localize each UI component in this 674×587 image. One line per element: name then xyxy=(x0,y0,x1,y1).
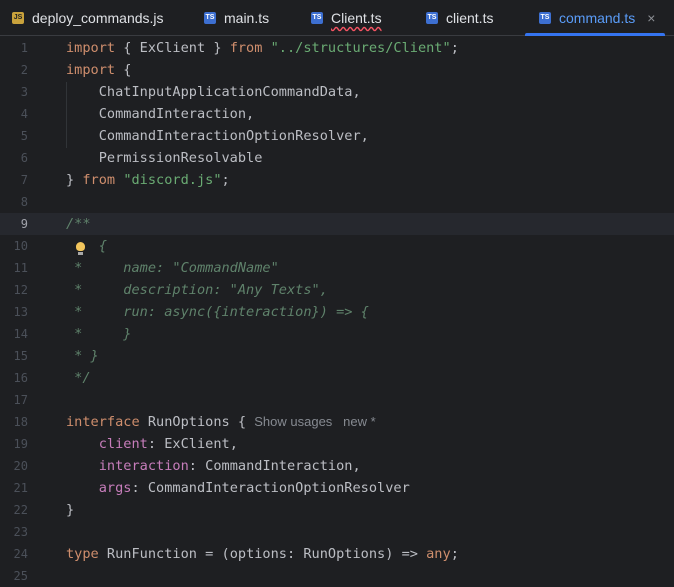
code-line-18: interface RunOptions { Show usages new * xyxy=(66,411,376,433)
code-line-20: interaction: CommandInteraction, xyxy=(66,455,361,477)
line-number: 13 xyxy=(13,305,28,319)
line-number: 16 xyxy=(13,371,28,385)
code-line-12: * description: "Any Texts", xyxy=(66,282,328,298)
tab-label: main.ts xyxy=(224,10,270,26)
code-text: : CommandInteraction, xyxy=(188,458,361,474)
line-number: 19 xyxy=(13,437,28,451)
code-line-3: ChatInputApplicationCommandData, xyxy=(66,84,361,100)
tab-client-ts-capital[interactable]: TS Client.ts xyxy=(311,0,382,36)
keyword: import xyxy=(66,62,116,78)
keyword: interface xyxy=(66,414,140,430)
line-number-gutter: 1 2 3 4 5 6 7 8 9 10 11 12 13 14 15 16 1… xyxy=(0,37,48,583)
line-number: 21 xyxy=(13,481,28,495)
tab-label: Client.ts xyxy=(331,10,382,26)
code-line-7: } from "discord.js"; xyxy=(66,169,230,191)
property: client xyxy=(98,436,148,452)
code-line-6: PermissionResolvable xyxy=(66,150,263,166)
code-line-15: * } xyxy=(66,348,99,364)
code-line-14: * } xyxy=(66,326,132,342)
keyword: type xyxy=(66,546,99,562)
line-number: 23 xyxy=(13,525,28,539)
line-number: 11 xyxy=(13,261,28,275)
code-line-13: * run: async({interaction}) => { xyxy=(66,304,369,320)
tab-label: command.ts xyxy=(559,10,636,26)
code-text: : CommandInteractionOptionResolver xyxy=(131,480,410,496)
code-line-11: * name: "CommandName" xyxy=(66,260,279,276)
code-line-4: CommandInteraction, xyxy=(66,106,255,122)
code-line-19: client: ExClient, xyxy=(66,433,238,455)
line-number: 10 xyxy=(13,239,28,253)
line-number: 25 xyxy=(13,569,28,583)
code-text: ; xyxy=(450,546,459,562)
show-usages-hint[interactable]: Show usages xyxy=(254,414,332,429)
tab-deploy-commands-js[interactable]: JS deploy_commands.js xyxy=(12,0,164,36)
line-number: 1 xyxy=(20,41,28,55)
code-line-9: /** xyxy=(66,216,91,232)
code-line-10: { xyxy=(66,238,107,254)
code-text: ; xyxy=(221,172,230,188)
code-text: { xyxy=(115,62,132,78)
code-text: { ExClient } xyxy=(115,40,230,56)
code-line-24: type RunFunction = (options: RunOptions)… xyxy=(66,543,459,565)
code-line-22: } xyxy=(66,502,75,518)
code-line-5: CommandInteractionOptionResolver, xyxy=(66,128,369,144)
keyword: import xyxy=(66,40,116,56)
close-tab-icon[interactable]: × xyxy=(647,10,655,26)
code-text: RunOptions { xyxy=(139,414,255,430)
string-literal: "discord.js" xyxy=(123,172,222,188)
line-number: 17 xyxy=(13,393,28,407)
line-number: 2 xyxy=(20,63,28,77)
code-text: : ExClient, xyxy=(147,436,238,452)
code-text: } xyxy=(66,172,83,188)
line-number: 4 xyxy=(20,107,28,121)
tab-command-ts[interactable]: TS command.ts × xyxy=(524,0,666,36)
line-number: 22 xyxy=(13,503,28,517)
line-number: 18 xyxy=(13,415,28,429)
keyword: from xyxy=(229,40,263,56)
code-line-21: args: CommandInteractionOptionResolver xyxy=(66,477,410,499)
line-number-current: 9 xyxy=(20,217,28,231)
author-hint[interactable]: new * xyxy=(343,414,376,429)
typescript-file-icon: TS xyxy=(311,12,323,24)
line-number: 12 xyxy=(13,283,28,297)
javascript-file-icon: JS xyxy=(12,12,24,24)
typescript-file-icon: TS xyxy=(539,12,551,24)
line-number: 14 xyxy=(13,327,28,341)
typescript-file-icon: TS xyxy=(426,12,438,24)
property: interaction xyxy=(98,458,189,474)
line-number: 7 xyxy=(20,173,28,187)
code-text: RunFunction = (options: RunOptions) => xyxy=(98,546,427,562)
line-number: 3 xyxy=(20,85,28,99)
code-line-2: import { xyxy=(66,59,131,81)
keyword: from xyxy=(82,172,116,188)
tab-label: deploy_commands.js xyxy=(32,10,164,26)
current-line-highlight xyxy=(0,213,674,235)
tab-label: client.ts xyxy=(446,10,494,26)
property: args xyxy=(98,480,132,496)
line-number: 20 xyxy=(13,459,28,473)
code-text: ; xyxy=(450,40,459,56)
line-number: 5 xyxy=(20,129,28,143)
string-literal: "../structures/Client" xyxy=(270,40,451,56)
line-number: 8 xyxy=(20,195,28,209)
tab-client-ts[interactable]: TS client.ts xyxy=(426,0,493,36)
keyword: any xyxy=(426,546,451,562)
line-number: 24 xyxy=(13,547,28,561)
code-line-16: */ xyxy=(66,370,91,386)
line-number: 15 xyxy=(13,349,28,363)
line-number: 6 xyxy=(20,151,28,165)
tab-main-ts[interactable]: TS main.ts xyxy=(204,0,269,36)
code-line-1: import { ExClient } from "../structures/… xyxy=(66,37,459,59)
typescript-file-icon: TS xyxy=(204,12,216,24)
editor-tab-bar: JS deploy_commands.js TS main.ts TS Clie… xyxy=(0,0,674,36)
